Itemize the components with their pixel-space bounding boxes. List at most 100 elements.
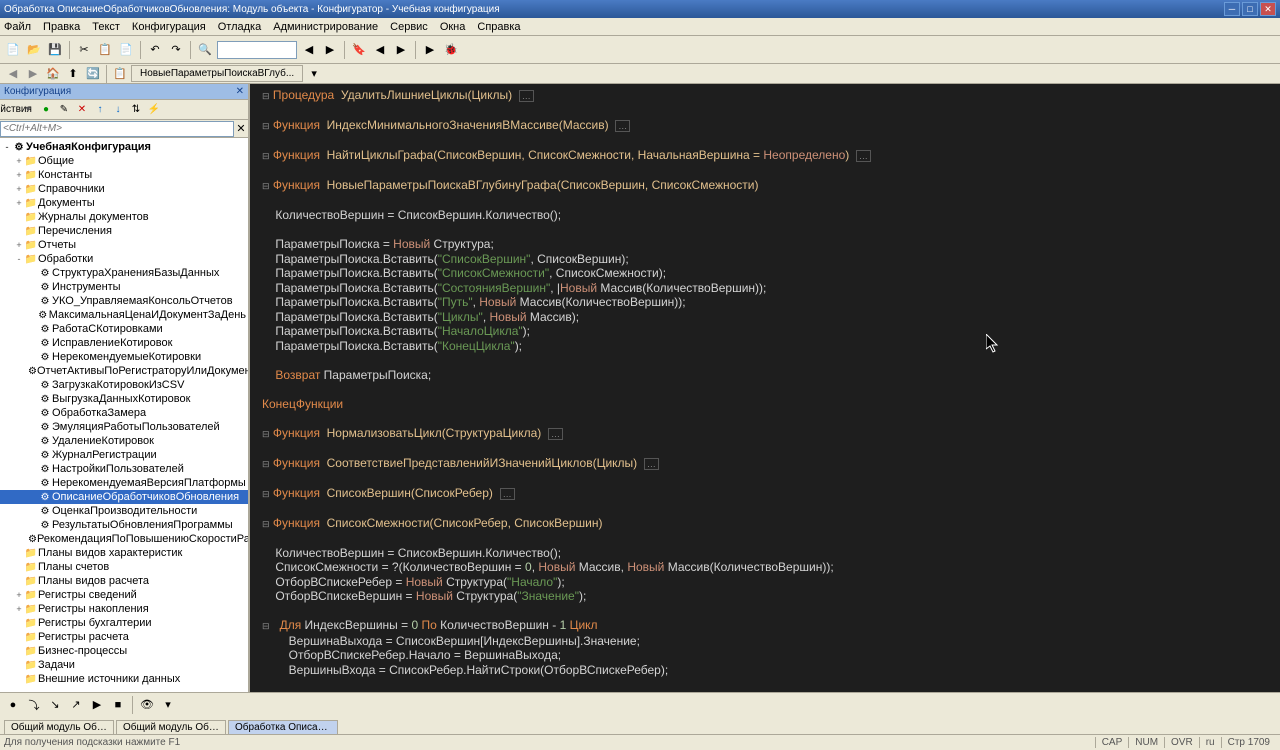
menu-Сервис[interactable]: Сервис — [390, 21, 428, 33]
sort-icon[interactable]: ⇅ — [128, 102, 144, 118]
step-over-icon[interactable]: ⤵ — [25, 696, 43, 714]
tree-item[interactable]: 📁Бизнес-процессы — [0, 644, 248, 658]
stop-icon[interactable]: ■ — [109, 696, 127, 714]
up-icon[interactable]: ↑ — [92, 102, 108, 118]
actions-dropdown[interactable]: Действия — [2, 102, 18, 118]
tree-item[interactable]: ⚙Инструменты — [0, 280, 248, 294]
bookmark-prev-icon[interactable]: ◀ — [371, 41, 389, 59]
search-next-icon[interactable]: ▶ — [321, 41, 339, 59]
tree-item[interactable]: ⚙ОценкаПроизводительности — [0, 504, 248, 518]
run-icon[interactable]: ▶ — [421, 41, 439, 59]
add-icon[interactable]: ● — [38, 102, 54, 118]
dropdown-icon[interactable]: ▾ — [305, 65, 323, 83]
tree-item[interactable]: ⚙СтруктураХраненияБазыДанных — [0, 266, 248, 280]
tree-item[interactable]: ⚙ЭмуляцияРаботыПользователей — [0, 420, 248, 434]
open-icon[interactable]: 📂 — [25, 41, 43, 59]
breakpoint-icon[interactable]: ● — [4, 696, 22, 714]
proc-list-icon[interactable]: 📋 — [111, 65, 129, 83]
tree-item[interactable]: +📁Документы — [0, 196, 248, 210]
menu-Текст[interactable]: Текст — [92, 21, 120, 33]
menu-Администрирование[interactable]: Администрирование — [273, 21, 378, 33]
menu-Справка[interactable]: Справка — [477, 21, 520, 33]
find-icon[interactable]: 🔍 — [196, 41, 214, 59]
watch-icon[interactable]: 👁 — [138, 696, 156, 714]
home-icon[interactable]: 🏠 — [44, 65, 62, 83]
tree-item[interactable]: ⚙ОбработкаЗамера — [0, 406, 248, 420]
search-prev-icon[interactable]: ◀ — [300, 41, 318, 59]
undo-icon[interactable]: ↶ — [146, 41, 164, 59]
tree-item[interactable]: ⚙РаботаСКотировками — [0, 322, 248, 336]
tree-item[interactable]: 📁Внешние источники данных — [0, 672, 248, 686]
tree-item[interactable]: 📁Регистры расчета — [0, 630, 248, 644]
menu-Правка[interactable]: Правка — [43, 21, 80, 33]
tree-item[interactable]: 📁Регистры бухгалтерии — [0, 616, 248, 630]
tree-item[interactable]: ⚙МаксимальнаяЦенаИДокументЗаДень — [0, 308, 248, 322]
step-in-icon[interactable]: ↘ — [46, 696, 64, 714]
tree-item[interactable]: 📁Журналы документов — [0, 210, 248, 224]
nav-fwd-icon[interactable]: ▶ — [24, 65, 42, 83]
tree-item[interactable]: +📁Регистры накопления — [0, 602, 248, 616]
continue-icon[interactable]: ▶ — [88, 696, 106, 714]
tree-item[interactable]: +📁Отчеты — [0, 238, 248, 252]
search-input[interactable] — [217, 41, 297, 59]
panel-close-icon[interactable]: ✕ — [236, 86, 244, 97]
tree-item[interactable]: +📁Общие — [0, 154, 248, 168]
close-button[interactable]: ✕ — [1260, 2, 1276, 16]
code-editor[interactable]: ⊟ Процедура УдалитьЛишниеЦиклы(Циклы) … … — [250, 84, 1280, 692]
menu-Окна[interactable]: Окна — [440, 21, 466, 33]
new-icon[interactable]: 📄 — [4, 41, 22, 59]
tree-item[interactable]: -⚙УчебнаяКонфигурация — [0, 140, 248, 154]
tree-item[interactable]: 📁Перечисления — [0, 224, 248, 238]
tree-item[interactable]: ⚙РезультатыОбновленияПрограммы — [0, 518, 248, 532]
down-icon[interactable]: ↓ — [110, 102, 126, 118]
debug-icon[interactable]: 🐞 — [442, 41, 460, 59]
more-icon[interactable]: ▾ — [159, 696, 177, 714]
step-out-icon[interactable]: ↗ — [67, 696, 85, 714]
tree-item[interactable]: 📁Планы счетов — [0, 560, 248, 574]
tree-filter-input[interactable] — [0, 121, 234, 137]
tree-item[interactable]: ⚙ЗагрузкаКотировокИзCSV — [0, 378, 248, 392]
document-tab[interactable]: Общий модуль Обновлени... — [4, 720, 114, 734]
paste-icon[interactable]: 📄 — [117, 41, 135, 59]
tree-item[interactable]: ⚙НастройкиПользователей — [0, 462, 248, 476]
tree-item[interactable]: ⚙НерекомендуемаяВерсияПлатформы — [0, 476, 248, 490]
tree-item[interactable]: -📁Обработки — [0, 252, 248, 266]
tree-item[interactable]: +📁Константы — [0, 168, 248, 182]
clear-filter-icon[interactable]: ✕ — [234, 122, 248, 135]
bookmark-icon[interactable]: 🔖 — [350, 41, 368, 59]
tree-item[interactable]: ⚙ЖурналРегистрации — [0, 448, 248, 462]
bookmark-next-icon[interactable]: ▶ — [392, 41, 410, 59]
document-tab[interactable]: Общий модуль ОбщегоНа... — [116, 720, 226, 734]
tree-item[interactable]: ⚙ВыгрузкаДанныхКотировок — [0, 392, 248, 406]
tree-item[interactable]: ⚙ОписаниеОбработчиковОбновления — [0, 490, 248, 504]
tree-item[interactable]: ⚙ИсправлениеКотировок — [0, 336, 248, 350]
tree-item[interactable]: 📁Планы видов характеристик — [0, 546, 248, 560]
edit-icon[interactable]: ✎ — [56, 102, 72, 118]
save-icon[interactable]: 💾 — [46, 41, 64, 59]
menu-Отладка[interactable]: Отладка — [218, 21, 261, 33]
delete-icon[interactable]: ✕ — [74, 102, 90, 118]
tree-item[interactable]: ⚙УКО_УправляемаяКонсольОтчетов — [0, 294, 248, 308]
refresh-icon[interactable]: 🔄 — [84, 65, 102, 83]
cut-icon[interactable]: ✂ — [75, 41, 93, 59]
tree-item[interactable]: ⚙УдалениеКотировок — [0, 434, 248, 448]
redo-icon[interactable]: ↷ — [167, 41, 185, 59]
tree-item[interactable]: +📁Регистры сведений — [0, 588, 248, 602]
dropdown-icon[interactable]: ▾ — [20, 102, 36, 118]
tree-item[interactable]: 📁Планы видов расчета — [0, 574, 248, 588]
filter-icon[interactable]: ⚡ — [146, 102, 162, 118]
tree-item[interactable]: ⚙ОтчетАктивыПоРегистраторуИлиДокументуПо… — [0, 364, 248, 378]
maximize-button[interactable]: □ — [1242, 2, 1258, 16]
document-tab[interactable]: Обработка ОписаниеОбра... — [228, 720, 338, 734]
menu-Файл[interactable]: Файл — [4, 21, 31, 33]
tree-item[interactable]: +📁Справочники — [0, 182, 248, 196]
procedure-selector[interactable]: НовыеПараметрыПоискаВГлуб... — [131, 65, 303, 82]
nav-up-icon[interactable]: ⬆ — [64, 65, 82, 83]
menu-Конфигурация[interactable]: Конфигурация — [132, 21, 206, 33]
tree-item[interactable]: ⚙РекомендацияПоПовышениюСкоростиРаботы — [0, 532, 248, 546]
nav-back-icon[interactable]: ◀ — [4, 65, 22, 83]
tree-item[interactable]: ⚙НерекомендуемыеКотировки — [0, 350, 248, 364]
copy-icon[interactable]: 📋 — [96, 41, 114, 59]
minimize-button[interactable]: ─ — [1224, 2, 1240, 16]
tree-item[interactable]: 📁Задачи — [0, 658, 248, 672]
